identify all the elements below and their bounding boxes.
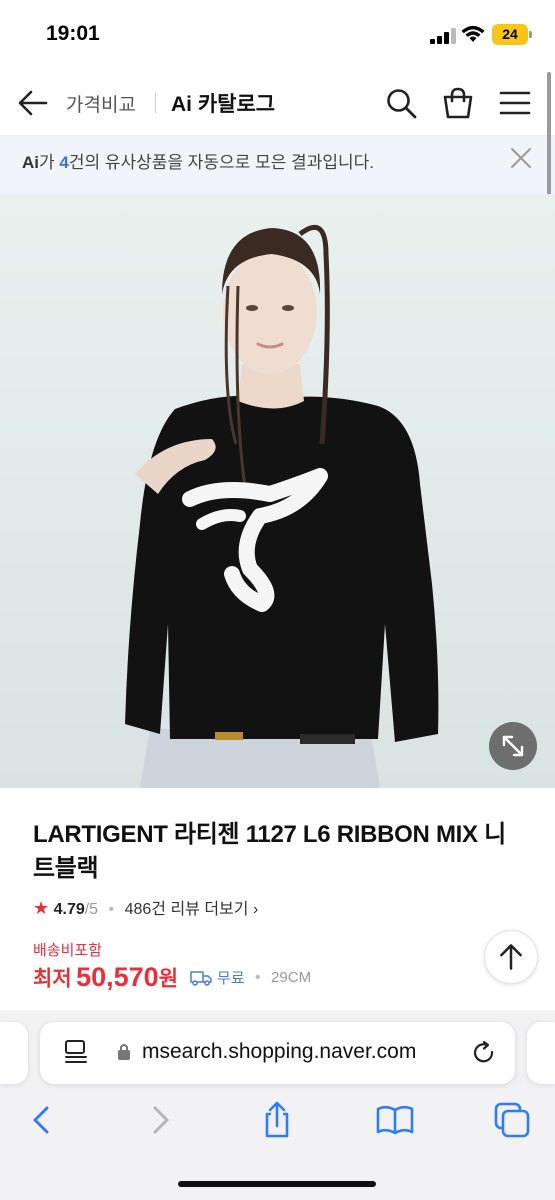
menu-icon[interactable] — [498, 86, 532, 120]
page-title: Ai 카탈로그 — [171, 93, 276, 116]
search-icon[interactable] — [384, 86, 418, 120]
page-menu-icon[interactable] — [62, 1038, 90, 1066]
back-icon[interactable] — [22, 1100, 62, 1140]
bookmarks-icon[interactable] — [375, 1100, 415, 1140]
close-icon[interactable] — [509, 146, 533, 170]
status-time: 19:01 — [46, 22, 100, 45]
lock-icon — [118, 1044, 130, 1060]
forward-icon[interactable] — [140, 1100, 180, 1140]
price-value: 50,570 — [76, 962, 159, 992]
ai-banner-text: Ai가 4건의 유사상품을 자동으로 모은 결과입니다. — [22, 148, 374, 173]
seller-label: 29CM — [271, 969, 312, 986]
rating-max: /5 — [84, 901, 99, 918]
star-icon: ★ — [33, 898, 50, 918]
expand-icon[interactable] — [489, 722, 537, 770]
cellular-signal-icon — [430, 28, 456, 44]
shipping-included-tag: 배송비포함 — [33, 942, 103, 959]
ai-banner-prefix: 가 — [39, 153, 60, 172]
shopping-bag-icon[interactable] — [441, 86, 475, 120]
review-link[interactable]: 486건 리뷰 더보기 — [125, 901, 249, 918]
reload-icon[interactable] — [471, 1040, 497, 1066]
nav-header: 가격비교 Ai 카탈로그 — [0, 70, 555, 136]
status-bar: 19:01 24 — [0, 0, 555, 70]
separator-dot: • — [108, 901, 115, 918]
battery-cap — [529, 31, 532, 38]
separator-dot: • — [254, 968, 261, 986]
rating-value: 4.79 — [53, 901, 85, 918]
product-title: LARTIGENT 라티젠 1127 L6 RIBBON MIX 니트블랙 — [33, 821, 506, 882]
price-row: 최저 50,570원 무료 • 29CM — [33, 962, 311, 996]
share-icon[interactable] — [257, 1100, 297, 1140]
previous-tab-card[interactable] — [0, 1022, 28, 1084]
battery-icon: 24 — [492, 24, 528, 45]
tabs-icon[interactable] — [492, 1100, 532, 1140]
home-indicator — [178, 1181, 376, 1187]
scrollbar[interactable] — [547, 72, 551, 200]
nav-divider — [155, 93, 156, 113]
ai-banner-count: 4 — [59, 153, 69, 172]
wifi-icon — [461, 25, 485, 42]
truck-icon — [190, 970, 213, 986]
chevron-right-icon[interactable]: › — [253, 901, 258, 918]
url-text[interactable]: msearch.shopping.naver.com — [142, 1040, 416, 1064]
lowest-price-label: 최저 — [33, 967, 72, 991]
product-image[interactable] — [0, 194, 555, 788]
arrow-left-icon[interactable] — [16, 87, 50, 119]
rating-row: ★ 4.79/5 • 486건 리뷰 더보기 › — [33, 897, 258, 919]
ai-logo: Ai — [22, 153, 39, 172]
price-unit: 원 — [158, 967, 179, 991]
ai-banner-suffix: 건의 유사상품을 자동으로 모은 결과입니다. — [68, 153, 374, 172]
next-tab-card[interactable] — [527, 1022, 555, 1084]
price-compare-link[interactable]: 가격비교 — [66, 90, 136, 117]
product-photo — [125, 224, 439, 788]
scroll-to-top-button[interactable] — [484, 930, 538, 984]
free-delivery-label: 무료 — [216, 970, 245, 987]
